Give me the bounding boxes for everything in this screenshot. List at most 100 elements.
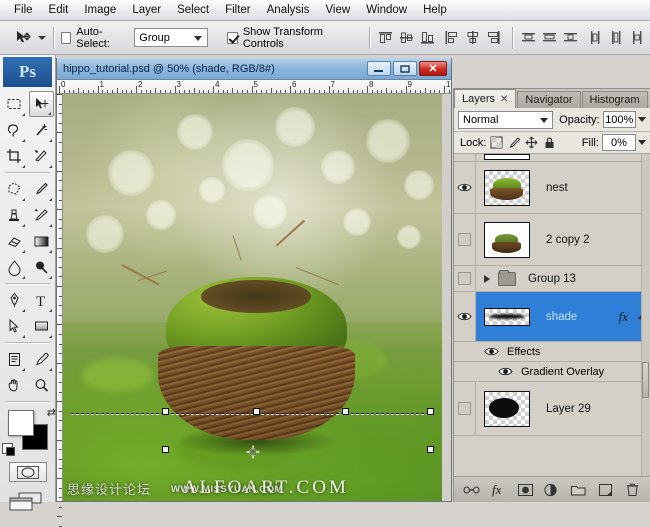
swap-colors-icon[interactable]: ⇄: [47, 406, 56, 419]
table-row[interactable]: nest: [454, 162, 650, 214]
table-row[interactable]: Gradient Overlay: [454, 362, 650, 382]
lock-position-icon[interactable]: [525, 136, 538, 150]
document-titlebar[interactable]: hippo_tutorial.psd @ 50% (shade, RGB/8#)…: [57, 58, 451, 80]
type-tool[interactable]: T: [29, 287, 54, 313]
menu-item-analysis[interactable]: Analysis: [259, 2, 318, 18]
layers-scrollbar[interactable]: [641, 154, 650, 476]
layer-effects-fx-icon[interactable]: fx: [619, 309, 628, 325]
lock-all-icon[interactable]: [542, 136, 555, 150]
menu-item-image[interactable]: Image: [76, 2, 124, 18]
chevron-right-icon[interactable]: [484, 275, 490, 283]
blur-tool[interactable]: [2, 254, 27, 280]
move-tool[interactable]: [29, 91, 54, 117]
align-bottom-edges-icon[interactable]: [419, 29, 436, 46]
opacity-stepper-icon[interactable]: [638, 117, 646, 122]
close-icon[interactable]: ✕: [500, 94, 508, 105]
path-selection-tool[interactable]: [2, 313, 27, 339]
visibility-toggle-2copy2[interactable]: [454, 214, 476, 265]
align-vertical-centers-icon[interactable]: [398, 29, 415, 46]
delete-layer-icon[interactable]: [623, 481, 641, 499]
pen-tool[interactable]: [2, 287, 27, 313]
visibility-toggle-nest[interactable]: [454, 162, 476, 213]
layer-thumbnail-nest[interactable]: [484, 170, 530, 206]
table-row[interactable]: Group 13: [454, 266, 650, 292]
menu-item-edit[interactable]: Edit: [41, 2, 77, 18]
horizontal-ruler[interactable]: 012345678910: [57, 80, 451, 94]
distribute-vertical-centers-icon[interactable]: [541, 29, 558, 46]
distribute-bottom-edges-icon[interactable]: [562, 29, 579, 46]
history-brush-tool[interactable]: [29, 202, 54, 228]
eraser-tool[interactable]: [2, 228, 27, 254]
create-adjustment-layer-icon[interactable]: [543, 481, 561, 499]
distribute-left-edges-icon[interactable]: [587, 29, 604, 46]
gradient-tool[interactable]: [29, 228, 54, 254]
tab-navigator[interactable]: Navigator: [517, 91, 580, 108]
slice-tool[interactable]: [29, 143, 54, 169]
auto-select-checkbox[interactable]: [61, 32, 72, 44]
magic-wand-tool[interactable]: [29, 117, 54, 143]
layer-name-nest[interactable]: nest: [546, 182, 568, 194]
blend-mode-dropdown[interactable]: Normal: [458, 111, 553, 129]
eyedropper-tool[interactable]: [29, 346, 54, 372]
gradient-overlay-label[interactable]: Gradient Overlay: [521, 366, 604, 378]
menu-item-filter[interactable]: Filter: [217, 2, 259, 18]
menu-item-help[interactable]: Help: [415, 2, 455, 18]
table-row[interactable]: 2 copy 2: [454, 214, 650, 266]
menu-item-file[interactable]: File: [6, 2, 41, 18]
zoom-tool[interactable]: [29, 372, 54, 398]
move-tool-icon[interactable]: [13, 28, 33, 48]
brush-tool[interactable]: [29, 176, 54, 202]
align-horizontal-centers-icon[interactable]: [464, 29, 481, 46]
transform-handle-center[interactable]: [253, 408, 260, 415]
minimize-button[interactable]: [367, 61, 391, 76]
eye-icon[interactable]: [484, 346, 499, 357]
hand-tool[interactable]: [2, 372, 27, 398]
transform-handle-left[interactable]: [162, 408, 169, 415]
layer-name-group13[interactable]: Group 13: [528, 273, 576, 285]
align-left-edges-icon[interactable]: [443, 29, 460, 46]
restore-button[interactable]: [393, 61, 417, 76]
layer-name-2copy2[interactable]: 2 copy 2: [546, 234, 589, 246]
menu-item-window[interactable]: Window: [358, 2, 415, 18]
close-button[interactable]: ✕: [419, 61, 447, 76]
align-right-edges-icon[interactable]: [485, 29, 502, 46]
rectangle-shape-tool[interactable]: [29, 313, 54, 339]
menu-item-layer[interactable]: Layer: [124, 2, 169, 18]
transform-center-point[interactable]: [246, 446, 259, 459]
fill-stepper-icon[interactable]: [638, 140, 646, 145]
auto-select-scope-dropdown[interactable]: Group: [134, 28, 208, 47]
tab-histogram[interactable]: Histogram: [582, 91, 648, 108]
layer-name-shade[interactable]: shade: [546, 311, 577, 323]
create-new-group-icon[interactable]: [570, 481, 588, 499]
default-colors-icon[interactable]: [2, 443, 13, 454]
patch-tool[interactable]: [2, 176, 27, 202]
table-row[interactable]: [454, 154, 650, 162]
clone-stamp-tool[interactable]: [2, 202, 27, 228]
visibility-toggle[interactable]: [454, 154, 476, 161]
layer-thumbnail-layer29[interactable]: [484, 391, 530, 427]
tab-layers[interactable]: Layers ✕: [454, 89, 516, 108]
fill-value[interactable]: 0%: [602, 134, 636, 151]
create-new-layer-icon[interactable]: [597, 481, 615, 499]
layer-thumbnail[interactable]: [484, 154, 530, 160]
align-top-edges-icon[interactable]: [377, 29, 394, 46]
opacity-value[interactable]: 100%: [603, 111, 636, 128]
dodge-tool[interactable]: [29, 254, 54, 280]
tool-preset-chevron-icon[interactable]: [38, 36, 46, 40]
distribute-horizontal-centers-icon[interactable]: [608, 29, 625, 46]
menu-item-select[interactable]: Select: [169, 2, 217, 18]
distribute-top-edges-icon[interactable]: [520, 29, 537, 46]
show-transform-controls-checkbox[interactable]: [227, 32, 238, 44]
lock-image-pixels-icon[interactable]: [508, 136, 521, 150]
visibility-toggle-group13[interactable]: [454, 266, 476, 291]
notes-tool[interactable]: [2, 346, 27, 372]
transform-handle-bottom-right[interactable]: [427, 446, 434, 453]
add-layer-style-icon[interactable]: fx: [489, 481, 507, 499]
link-layers-icon[interactable]: [462, 481, 480, 499]
menu-item-view[interactable]: View: [317, 2, 358, 18]
layer-name-layer29[interactable]: Layer 29: [546, 403, 591, 415]
effects-label[interactable]: Effects: [507, 346, 540, 358]
scrollbar-thumb[interactable]: [642, 362, 649, 398]
canvas-area[interactable]: 思缘设计论坛 WWW.MISSYUAN.COM ALFOART.COM: [63, 94, 442, 501]
screen-mode-button[interactable]: [9, 492, 47, 514]
